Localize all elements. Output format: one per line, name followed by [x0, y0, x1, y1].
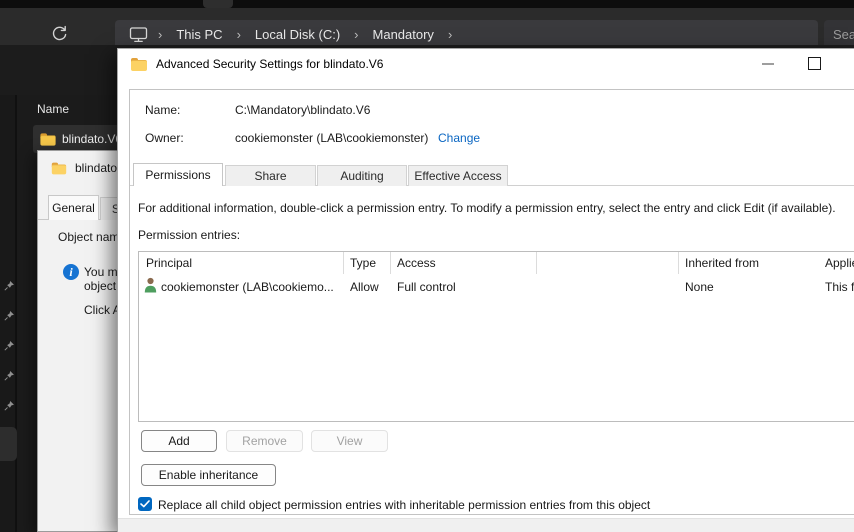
- cell-inherited-from: None: [685, 280, 714, 294]
- tab-permissions[interactable]: Permissions: [133, 163, 223, 186]
- instruction-text: For additional information, double-click…: [138, 201, 836, 215]
- checkmark-icon: [140, 500, 150, 508]
- breadcrumb-this-pc[interactable]: This PC: [168, 24, 230, 45]
- explorer-active-tab-fragment[interactable]: [203, 0, 233, 8]
- column-header-type[interactable]: Type: [350, 256, 376, 270]
- column-header-access[interactable]: Access: [397, 256, 436, 270]
- object-name-label: Object name: [58, 230, 127, 244]
- breadcrumb-mandatory[interactable]: Mandatory: [365, 24, 442, 45]
- tab-general[interactable]: General: [48, 195, 99, 220]
- breadcrumb-chevron: ›: [236, 27, 241, 42]
- security-dialog-panel: Name: C:\Mandatory\blindato.V6 Owner: co…: [129, 89, 854, 515]
- folder-icon: [131, 57, 147, 71]
- explorer-nav-rail: [0, 95, 17, 532]
- column-header-applies-to[interactable]: Applies to: [825, 256, 854, 270]
- pin-icon[interactable]: [3, 280, 15, 292]
- folder-icon: [40, 132, 56, 146]
- replace-child-permissions-checkbox[interactable]: [138, 497, 152, 511]
- maximize-icon[interactable]: [808, 57, 821, 70]
- cell-type: Allow: [350, 280, 379, 294]
- breadcrumb-chevron: ›: [158, 27, 163, 42]
- cell-principal: cookiemonster (LAB\cookiemo...: [161, 280, 334, 294]
- cell-access: Full control: [397, 280, 456, 294]
- minimize-icon[interactable]: [762, 63, 774, 65]
- column-divider[interactable]: [343, 252, 344, 274]
- column-header-inherited-from[interactable]: Inherited from: [685, 256, 759, 270]
- breadcrumb-local-disk-c[interactable]: Local Disk (C:): [247, 24, 348, 45]
- info-icon: i: [63, 264, 79, 280]
- replace-child-permissions-label: Replace all child object permission entr…: [158, 498, 651, 512]
- pin-icon[interactable]: [3, 370, 15, 382]
- name-value: C:\Mandatory\blindato.V6: [235, 103, 371, 117]
- screen: › This PC › Local Disk (C:) › Mandatory …: [0, 0, 854, 532]
- owner-value: cookiemonster (LAB\cookiemonster): [235, 131, 429, 145]
- folder-icon: [51, 162, 67, 174]
- tab-auditing[interactable]: Auditing: [317, 165, 407, 186]
- breadcrumb-chevron: ›: [447, 27, 453, 42]
- column-header-name[interactable]: Name: [37, 102, 69, 116]
- change-owner-link[interactable]: Change: [438, 131, 480, 145]
- add-button[interactable]: Add: [141, 430, 217, 452]
- name-label: Name:: [145, 103, 181, 117]
- pin-icon[interactable]: [3, 400, 15, 412]
- file-row-blindato[interactable]: blindato.V6: [33, 125, 118, 153]
- security-dialog-title: Advanced Security Settings for blindato.…: [156, 57, 384, 71]
- breadcrumb-chevron: ›: [354, 27, 359, 42]
- nav-rail-selected-item[interactable]: [0, 427, 17, 461]
- permission-entries-table: Principal Type Access Inherited from App…: [138, 251, 854, 422]
- column-divider[interactable]: [536, 252, 537, 274]
- owner-label: Owner:: [145, 131, 184, 145]
- file-name-label: blindato.V6: [62, 132, 118, 146]
- view-button[interactable]: View: [311, 430, 388, 452]
- column-divider[interactable]: [678, 252, 679, 274]
- security-dialog-footer: [118, 518, 854, 532]
- this-pc-icon: [129, 26, 148, 43]
- security-dialog-titlebar: Advanced Security Settings for blindato.…: [131, 57, 383, 71]
- explorer-toolbar: › This PC › Local Disk (C:) › Mandatory …: [0, 8, 854, 49]
- cell-applies-to: This folder, subfolders and files: [825, 280, 854, 294]
- refresh-icon[interactable]: [48, 22, 70, 44]
- enable-inheritance-button[interactable]: Enable inheritance: [141, 464, 276, 486]
- column-header-principal[interactable]: Principal: [146, 256, 192, 270]
- remove-button[interactable]: Remove: [226, 430, 303, 452]
- permission-entries-label: Permission entries:: [138, 228, 241, 242]
- tab-share[interactable]: Share: [225, 165, 316, 186]
- pin-icon[interactable]: [3, 340, 15, 352]
- properties-info-text: object.: [84, 279, 120, 293]
- explorer-tab-strip: [0, 0, 854, 8]
- tab-effective-access[interactable]: Effective Access: [408, 165, 508, 186]
- advanced-security-dialog: Advanced Security Settings for blindato.…: [117, 48, 854, 532]
- user-icon: [144, 277, 157, 293]
- pin-icon[interactable]: [3, 310, 15, 322]
- column-divider[interactable]: [390, 252, 391, 274]
